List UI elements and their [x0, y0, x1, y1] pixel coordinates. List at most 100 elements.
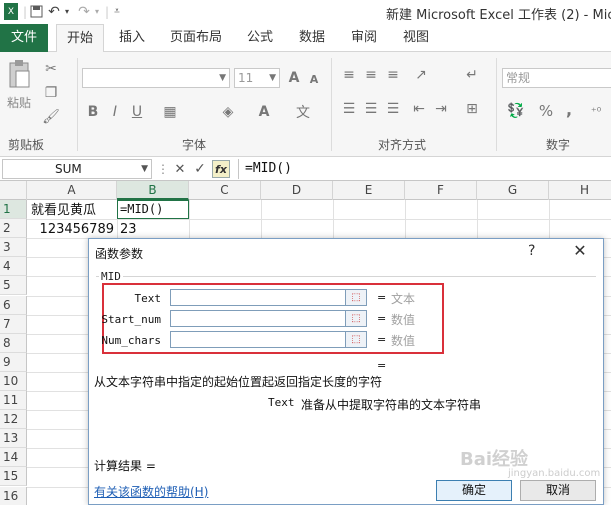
- align-left-icon[interactable]: ☰: [340, 100, 358, 118]
- align-top-icon[interactable]: ≡: [340, 66, 358, 84]
- row-header-5[interactable]: 5: [0, 276, 27, 296]
- column-header-g[interactable]: G: [477, 181, 549, 200]
- tab-home[interactable]: 开始: [56, 24, 104, 53]
- tab-data[interactable]: 数据: [292, 24, 332, 52]
- copy-icon[interactable]: ❐: [42, 84, 60, 102]
- row-header-15[interactable]: 15: [0, 467, 27, 487]
- row-header-16[interactable]: 16: [0, 486, 27, 505]
- arg-input-start-num[interactable]: [170, 310, 366, 327]
- ok-button[interactable]: 确定: [436, 480, 512, 501]
- cut-icon[interactable]: ✂: [42, 60, 60, 78]
- align-center-icon[interactable]: ☰: [362, 100, 380, 118]
- cell-b2[interactable]: 23: [120, 220, 137, 239]
- align-middle-icon[interactable]: ≡: [362, 66, 380, 84]
- collapse-dialog-icon[interactable]: ⬚: [345, 289, 367, 306]
- redo-icon[interactable]: ↷: [76, 3, 92, 20]
- paste-icon[interactable]: [6, 58, 32, 92]
- shrink-font-icon[interactable]: A: [305, 70, 323, 88]
- row-header-11[interactable]: 11: [0, 391, 27, 410]
- function-help-link[interactable]: 有关该函数的帮助(H): [94, 483, 208, 500]
- row-header-2[interactable]: 2: [0, 219, 27, 239]
- undo-dropdown-icon[interactable]: ▾: [63, 3, 71, 20]
- tab-file[interactable]: 文件: [0, 24, 48, 52]
- cell-a2[interactable]: 123456789: [30, 220, 114, 239]
- cell-a1[interactable]: 就看见黄瓜: [31, 201, 96, 220]
- paste-button[interactable]: 粘贴: [4, 94, 34, 110]
- select-all-corner[interactable]: [0, 181, 27, 200]
- arg-equals: =: [377, 333, 387, 346]
- bold-button[interactable]: B: [84, 102, 102, 122]
- close-icon[interactable]: ✕: [569, 241, 591, 261]
- chevron-down-icon[interactable]: ▼: [141, 160, 148, 178]
- font-size-value: 11: [238, 71, 254, 85]
- help-icon[interactable]: ?: [528, 243, 535, 259]
- tab-review[interactable]: 审阅: [344, 24, 384, 52]
- row-header-12[interactable]: 12: [0, 410, 27, 430]
- cancel-button[interactable]: 取消: [520, 480, 596, 501]
- formula-input[interactable]: =MID(): [238, 159, 611, 179]
- increase-decimal-icon[interactable]: ⁺⁰: [584, 102, 608, 120]
- column-header-c[interactable]: C: [189, 181, 261, 200]
- increase-indent-icon[interactable]: ⇥: [432, 100, 450, 118]
- enter-formula-button[interactable]: ✓: [192, 160, 208, 178]
- cancel-formula-button[interactable]: ✕: [172, 160, 188, 178]
- row-header-8[interactable]: 8: [0, 333, 27, 353]
- tab-view[interactable]: 视图: [396, 24, 436, 52]
- font-color-icon[interactable]: A: [250, 102, 278, 122]
- customize-qat-icon[interactable]: ⩡: [112, 3, 122, 20]
- collapse-dialog-icon[interactable]: ⬚: [345, 310, 367, 327]
- chevron-down-icon: ▼: [269, 73, 276, 83]
- grow-font-icon[interactable]: A: [285, 68, 303, 88]
- row-header-3[interactable]: 3: [0, 238, 27, 258]
- orientation-icon[interactable]: ↗: [410, 66, 432, 84]
- collapse-dialog-icon[interactable]: ⬚: [345, 331, 367, 348]
- insert-function-button[interactable]: fx: [212, 160, 230, 178]
- arg-input-num-chars[interactable]: [170, 331, 366, 348]
- save-icon[interactable]: [28, 3, 44, 20]
- tab-insert[interactable]: 插入: [112, 24, 152, 52]
- comma-style-button[interactable]: ,: [562, 100, 576, 119]
- row-header-13[interactable]: 13: [0, 429, 27, 449]
- border-icon[interactable]: ▦: [156, 102, 184, 122]
- phonetic-icon[interactable]: 文: [292, 102, 314, 122]
- resize-handle-icon[interactable]: ⋮: [157, 160, 169, 178]
- fill-color-icon[interactable]: ◈: [214, 102, 242, 122]
- column-header-a[interactable]: A: [27, 181, 117, 200]
- underline-button[interactable]: U: [128, 102, 146, 122]
- row-header-14[interactable]: 14: [0, 448, 27, 468]
- font-name-combo[interactable]: ▼: [82, 68, 230, 88]
- row-header-1[interactable]: 1: [0, 200, 27, 219]
- row-header-6[interactable]: 6: [0, 295, 27, 315]
- percent-button[interactable]: %: [538, 102, 554, 120]
- accounting-format-icon[interactable]: 💱: [504, 102, 528, 120]
- group-label-font: 字体: [182, 138, 207, 152]
- arg-input-text[interactable]: [170, 289, 366, 306]
- column-header-d[interactable]: D: [261, 181, 333, 200]
- undo-icon[interactable]: ↶: [46, 3, 62, 20]
- column-header-b[interactable]: B: [117, 181, 189, 200]
- row-header-9[interactable]: 9: [0, 352, 27, 372]
- merge-center-icon[interactable]: ⊞: [462, 100, 482, 118]
- align-right-icon[interactable]: ☰: [384, 100, 402, 118]
- italic-button[interactable]: I: [106, 102, 124, 122]
- tab-formulas[interactable]: 公式: [240, 24, 280, 52]
- font-size-combo[interactable]: 11 ▼: [234, 68, 280, 88]
- wrap-text-icon[interactable]: ↵: [462, 66, 482, 84]
- decrease-indent-icon[interactable]: ⇤: [410, 100, 428, 118]
- group-label-number: 数字: [546, 138, 571, 152]
- watermark-url: jingyan.baidu.com: [508, 468, 601, 479]
- cell-b1-active[interactable]: =MID(): [117, 200, 189, 219]
- row-header-7[interactable]: 7: [0, 314, 27, 334]
- tab-page-layout[interactable]: 页面布局: [164, 24, 228, 52]
- column-header-h[interactable]: H: [549, 181, 611, 200]
- row-header-4[interactable]: 4: [0, 257, 27, 277]
- format-painter-icon[interactable]: 🖌: [42, 108, 60, 126]
- redo-dropdown-icon[interactable]: ▾: [93, 3, 101, 20]
- align-bottom-icon[interactable]: ≡: [384, 66, 402, 84]
- argument-detail-name: Text: [268, 396, 295, 409]
- number-format-combo[interactable]: 常规: [502, 68, 611, 88]
- column-header-e[interactable]: E: [333, 181, 405, 200]
- name-box[interactable]: SUM ▼: [2, 159, 152, 179]
- row-header-10[interactable]: 10: [0, 371, 27, 391]
- column-header-f[interactable]: F: [405, 181, 477, 200]
